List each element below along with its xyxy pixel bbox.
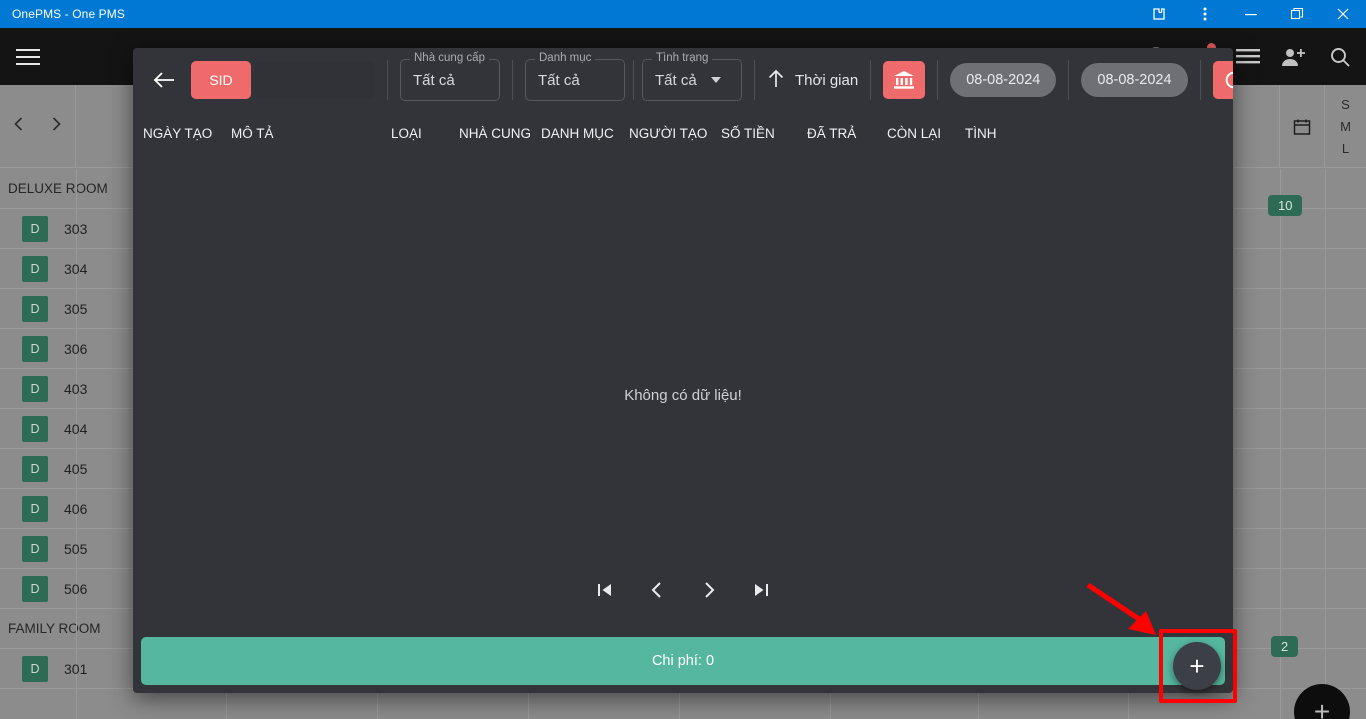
- room-number: 304: [64, 260, 88, 277]
- sort-by-time-label: Thời gian: [795, 71, 859, 89]
- room-type-tag: D: [22, 455, 48, 482]
- room-type-tag: D: [22, 215, 48, 242]
- column-header-description[interactable]: MÔ TẢ: [231, 126, 391, 141]
- room-number: 405: [64, 460, 88, 477]
- first-page-button[interactable]: [590, 575, 620, 605]
- next-page-button[interactable]: [694, 575, 724, 605]
- room-type-tag: D: [22, 535, 48, 562]
- bank-icon-button[interactable]: [883, 61, 926, 99]
- sort-by-time[interactable]: Thời gian: [767, 68, 858, 92]
- window-title: OnePMS - One PMS: [12, 7, 125, 21]
- search-icon[interactable]: [1320, 37, 1360, 77]
- sid-input[interactable]: [255, 61, 375, 99]
- availability-badge[interactable]: 2: [1271, 636, 1299, 657]
- prev-page-button[interactable]: [642, 575, 672, 605]
- status-filter-value: Tất cả: [655, 71, 697, 89]
- size-option-l[interactable]: L: [1342, 138, 1349, 160]
- status-filter-label: Tình trạng: [652, 52, 713, 64]
- column-header-supplier[interactable]: NHÀ CUNG: [459, 126, 541, 141]
- hamburger-menu-icon[interactable]: [0, 48, 56, 66]
- room-number: 406: [64, 500, 88, 517]
- calendar-icon[interactable]: [1280, 85, 1325, 168]
- panel-toolbar: SID Nhà cung cấp Tất cả Danh mục Tất cả …: [133, 48, 1233, 112]
- room-group-label: FAMILY ROOM: [8, 621, 101, 636]
- calendar-next-button[interactable]: [48, 116, 64, 137]
- toolbar-divider: [1199, 60, 1201, 100]
- column-header-amount[interactable]: SỐ TIỀN: [721, 126, 807, 141]
- room-type-tag: D: [22, 295, 48, 322]
- supplier-filter-label: Nhà cung cấp: [410, 52, 489, 64]
- close-button[interactable]: [1320, 0, 1366, 28]
- room-type-tag: D: [22, 335, 48, 362]
- back-arrow-icon[interactable]: [147, 63, 181, 97]
- room-number: 404: [64, 420, 88, 437]
- room-type-tag: D: [22, 575, 48, 602]
- calendar-prev-button[interactable]: [11, 116, 27, 137]
- add-user-icon[interactable]: [1274, 37, 1314, 77]
- size-option-m[interactable]: M: [1340, 116, 1351, 138]
- empty-state-message: Không có dữ liệu!: [624, 387, 742, 404]
- room-type-tag: D: [22, 655, 48, 682]
- minimize-button[interactable]: [1228, 0, 1274, 28]
- expense-panel: SID Nhà cung cấp Tất cả Danh mục Tất cả …: [133, 48, 1233, 693]
- room-number: 506: [64, 580, 88, 597]
- column-header-type[interactable]: LOẠI: [391, 126, 459, 141]
- room-number: 303: [64, 220, 88, 237]
- room-type-tag: D: [22, 415, 48, 442]
- application-window: OnePMS - One PMS S M L DELUXE ROOM D 303…: [0, 0, 1366, 719]
- room-group-label: DELUXE ROOM: [8, 181, 108, 196]
- expense-table-body: Không có dữ liệu!: [133, 154, 1233, 637]
- toolbar-divider: [387, 60, 388, 100]
- last-page-button[interactable]: [746, 575, 776, 605]
- column-header-created-date[interactable]: NGÀY TẠO: [143, 126, 231, 141]
- supplier-filter-value: Tất cả: [413, 71, 455, 89]
- room-number: 505: [64, 540, 88, 557]
- column-header-paid[interactable]: ĐÃ TRẢ: [807, 126, 887, 141]
- room-number: 306: [64, 340, 88, 357]
- column-header-remaining[interactable]: CÒN LẠI: [887, 126, 965, 141]
- column-header-creator[interactable]: NGƯỜI TẠO: [629, 126, 721, 141]
- list-icon[interactable]: [1228, 37, 1268, 77]
- refresh-button[interactable]: [1212, 61, 1233, 99]
- room-type-tag: D: [22, 495, 48, 522]
- column-header-category[interactable]: DANH MỤC: [541, 126, 629, 141]
- toolbar-divider: [870, 60, 872, 100]
- add-expense-fab[interactable]: +: [1173, 642, 1221, 690]
- category-filter-value: Tất cả: [538, 71, 580, 89]
- room-type-tag: D: [22, 375, 48, 402]
- date-from-field[interactable]: 08-08-2024: [950, 63, 1057, 97]
- column-header-status[interactable]: TÌNH: [965, 126, 1025, 141]
- status-filter[interactable]: Tình trạng Tất cả: [642, 52, 742, 101]
- toolbar-divider: [754, 60, 755, 100]
- sid-button[interactable]: SID: [191, 61, 251, 99]
- category-filter[interactable]: Danh mục Tất cả: [525, 52, 625, 101]
- room-number: 305: [64, 300, 88, 317]
- date-to-field[interactable]: 08-08-2024: [1081, 63, 1188, 97]
- toolbar-divider: [1068, 60, 1070, 100]
- expense-total-bar: Chi phí: 0: [141, 637, 1225, 685]
- arrow-up-icon[interactable]: [767, 68, 785, 92]
- calendar-size-options[interactable]: S M L: [1325, 85, 1366, 168]
- room-type-tag: D: [22, 255, 48, 282]
- size-option-s[interactable]: S: [1341, 94, 1350, 116]
- expense-table-header: NGÀY TẠO MÔ TẢ LOẠI NHÀ CUNG DANH MỤC NG…: [133, 112, 1233, 154]
- category-filter-label: Danh mục: [535, 52, 596, 64]
- extension-icon[interactable]: [1136, 0, 1182, 28]
- supplier-filter[interactable]: Nhà cung cấp Tất cả: [400, 52, 500, 101]
- toolbar-divider: [937, 60, 939, 100]
- pagination-controls: [133, 575, 1233, 605]
- kebab-menu-icon[interactable]: [1182, 0, 1228, 28]
- expense-total-label: Chi phí: 0: [651, 653, 715, 669]
- toolbar-divider: [512, 60, 513, 100]
- availability-badge[interactable]: 10: [1268, 195, 1303, 216]
- window-titlebar: OnePMS - One PMS: [0, 0, 1366, 28]
- chevron-down-icon[interactable]: [710, 77, 721, 83]
- room-number: 403: [64, 380, 88, 397]
- room-number: 301: [64, 660, 88, 677]
- calendar-nav: [0, 85, 76, 168]
- maximize-button[interactable]: [1274, 0, 1320, 28]
- toolbar-divider: [633, 60, 634, 100]
